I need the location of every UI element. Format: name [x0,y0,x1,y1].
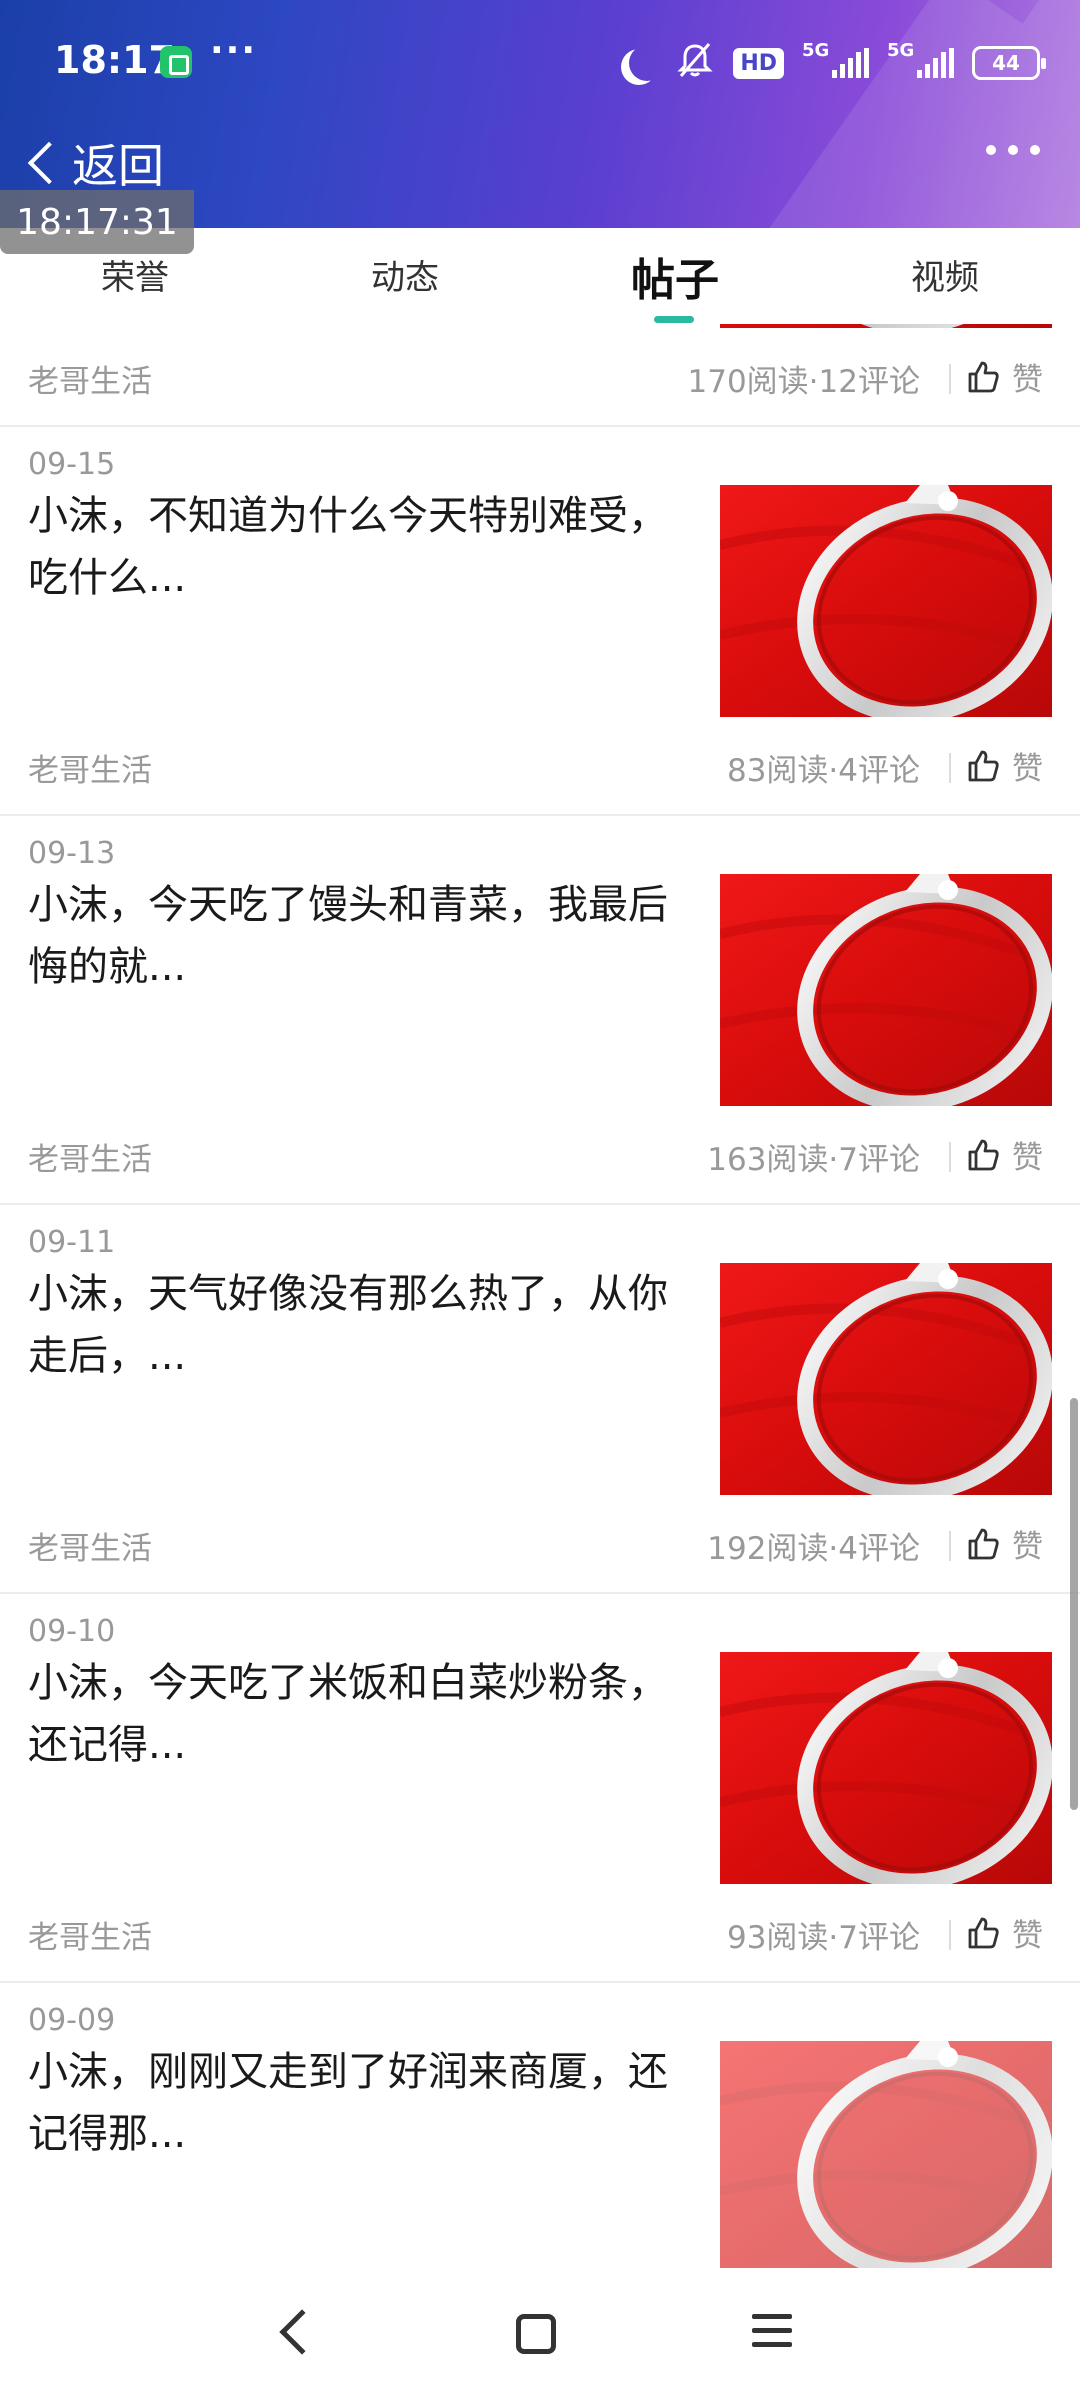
post-author: 老哥生活 [28,1531,152,1567]
post-item[interactable]: 老哥生活 170阅读·12评论 赞 [0,324,1080,427]
tab-activity[interactable]: 动态 [371,250,439,299]
tab-indicator [654,316,694,323]
hd-icon: HD [733,47,784,79]
post-date: 09-13 [28,836,116,871]
like-button[interactable]: 赞 [966,1910,1043,1955]
like-label: 赞 [1012,1529,1043,1565]
thumb-up-icon [968,1139,999,1170]
post-date: 09-09 [28,2003,116,2038]
signal-label: 5G [887,40,915,61]
system-home-icon[interactable] [516,2314,556,2354]
thumb-up-icon [968,1528,999,1559]
post-item[interactable]: 09-15 小沫，不知道为什么今天特别难受，吃什么... 老哥生活 83阅读·4… [0,427,1080,816]
divider [949,1920,951,1950]
app-notification-icon [160,46,192,78]
post-stats: 192阅读·4评论 [707,1531,920,1567]
post-stats: 170阅读·12评论 [687,364,920,400]
like-label: 赞 [1012,751,1043,787]
system-back-icon[interactable] [279,2309,325,2355]
like-button[interactable]: 赞 [966,743,1043,788]
post-list[interactable]: 老哥生活 170阅读·12评论 赞 09-15 小沫，不知道为什么今天特别难受，… [0,324,1080,2268]
like-button[interactable]: 赞 [966,1521,1043,1566]
like-button[interactable]: 赞 [966,1132,1043,1177]
thumb-up-icon [968,361,999,392]
status-icons: HD 5G 5G 44 [621,40,1046,86]
post-author: 老哥生活 [28,1142,152,1178]
post-date: 09-11 [28,1225,116,1260]
thumb-up-icon [968,750,999,781]
status-time: 18:17 [54,38,175,82]
post-title: 小沫，今天吃了馒头和青菜，我最后悔的就... [28,882,668,990]
post-stats: 93阅读·7评论 [726,1920,920,1956]
thumb-up-icon [968,1917,999,1948]
more-menu-button[interactable] [986,145,1040,155]
status-more: ··· [210,30,258,71]
divider [949,364,951,394]
signal-label: 5G [802,40,830,61]
post-title: 小沫，不知道为什么今天特别难受，吃什么... [28,493,668,601]
more-dots-icon [986,145,996,155]
post-thumbnail [720,324,1052,328]
do-not-disturb-icon [629,45,665,81]
post-item[interactable]: 09-11 小沫，天气好像没有那么热了，从你走后，... 老哥生活 192阅读·… [0,1205,1080,1594]
system-nav-bar [0,2268,1080,2400]
post-thumbnail [720,1263,1052,1495]
post-thumbnail [720,1652,1052,1884]
battery-icon: 44 [972,46,1046,80]
nav-bar: 返回 [0,125,1080,195]
tab-posts[interactable]: 帖子 [631,244,719,308]
signal-icon: 5G [802,40,869,78]
post-thumbnail [720,874,1052,1106]
post-thumbnail [720,485,1052,717]
mute-bell-icon [675,40,715,86]
post-item[interactable]: 09-09 小沫，刚刚又走到了好润来商厦，还记得那... [0,1983,1080,2268]
post-stats: 83阅读·4评论 [726,753,920,789]
like-label: 赞 [1012,1918,1043,1954]
tab-honors[interactable]: 荣誉 [101,250,169,299]
tab-videos[interactable]: 视频 [911,250,979,299]
post-author: 老哥生活 [28,1920,152,1956]
post-stats: 163阅读·7评论 [707,1142,920,1178]
chevron-left-icon [27,141,71,185]
post-title: 小沫，天气好像没有那么热了，从你走后，... [28,1271,668,1379]
post-title: 小沫，今天吃了米饭和白菜炒粉条，还记得... [28,1660,668,1768]
post-item[interactable]: 09-13 小沫，今天吃了馒头和青菜，我最后悔的就... 老哥生活 163阅读·… [0,816,1080,1205]
divider [949,753,951,783]
post-date: 09-15 [28,447,116,482]
back-button[interactable]: 返回 [24,133,164,193]
post-title: 小沫，刚刚又走到了好润来商厦，还记得那... [28,2049,668,2157]
like-button[interactable]: 赞 [966,354,1043,399]
system-menu-icon[interactable] [752,2314,792,2347]
status-bar: 18:17 ··· HD 5G 5G 44 [0,0,1080,125]
divider [949,1531,951,1561]
scrollbar[interactable] [1070,1398,1078,1810]
signal-icon: 5G [887,40,954,78]
like-label: 赞 [1012,1140,1043,1176]
screenshot-timestamp: 18:17:31 [0,190,194,254]
battery-level: 44 [992,51,1020,75]
post-author: 老哥生活 [28,753,152,789]
back-label: 返回 [72,139,164,193]
post-thumbnail [720,2041,1052,2268]
like-label: 赞 [1012,362,1043,398]
post-item[interactable]: 09-10 小沫，今天吃了米饭和白菜炒粉条，还记得... 老哥生活 93阅读·7… [0,1594,1080,1983]
post-author: 老哥生活 [28,364,152,400]
divider [949,1142,951,1172]
post-date: 09-10 [28,1614,116,1649]
